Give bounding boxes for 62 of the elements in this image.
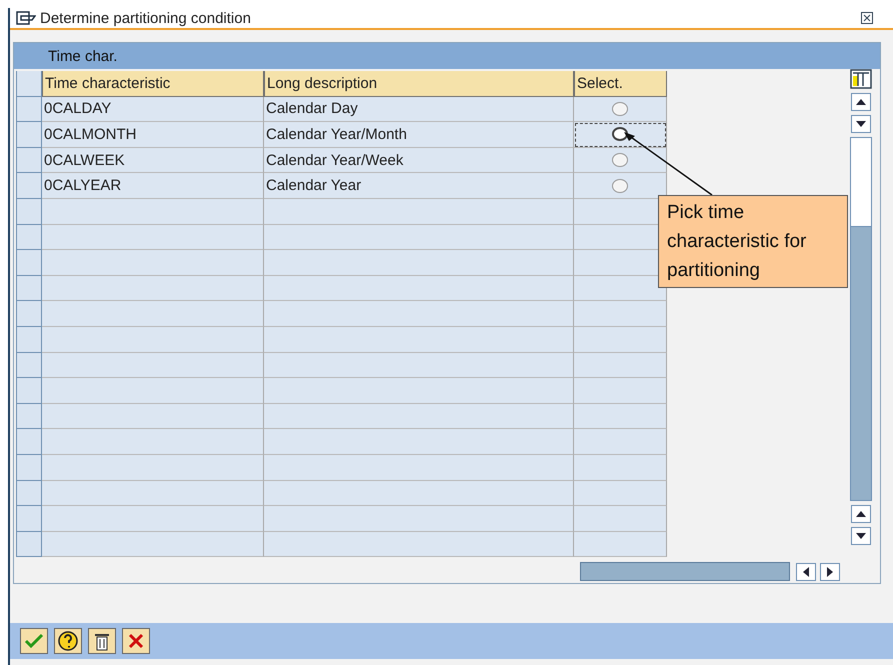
radio-button[interactable] xyxy=(612,153,628,168)
trash-icon xyxy=(94,631,110,651)
horizontal-scrollbar[interactable] xyxy=(580,562,790,581)
scroll-right-button[interactable] xyxy=(820,562,840,580)
table-cell: Calendar Day xyxy=(264,96,574,122)
ok-button[interactable] xyxy=(20,628,48,654)
radio-button[interactable] xyxy=(612,127,628,142)
table-cell: Calendar Year/Week xyxy=(264,148,574,174)
row-selector[interactable] xyxy=(16,198,42,225)
row-selector[interactable] xyxy=(16,326,42,353)
right-triangle-icon xyxy=(827,566,833,576)
cancel-button[interactable] xyxy=(122,628,150,654)
column-header[interactable]: Select. xyxy=(574,71,667,97)
row-selector[interactable] xyxy=(16,276,42,302)
row-selector[interactable] xyxy=(16,506,42,532)
row-selector[interactable] xyxy=(16,148,42,174)
row-selector[interactable] xyxy=(16,429,42,455)
row-selector[interactable] xyxy=(16,352,42,378)
help-icon xyxy=(57,630,79,652)
select-all-cell[interactable] xyxy=(16,71,42,97)
row-selector[interactable] xyxy=(16,480,42,506)
scroll-down-button[interactable] xyxy=(851,115,871,133)
radio-button[interactable] xyxy=(612,178,628,193)
up-triangle-icon xyxy=(856,99,866,105)
left-triangle-icon xyxy=(803,566,809,576)
row-selector[interactable] xyxy=(16,454,42,480)
vertical-scrollbar[interactable] xyxy=(850,137,872,501)
scroll-up-button[interactable] xyxy=(851,93,871,111)
table-cell: 0CALMONTH xyxy=(42,122,264,148)
close-icon[interactable] xyxy=(861,12,873,24)
radio-button[interactable] xyxy=(612,102,628,116)
scroll-up-button[interactable] xyxy=(851,505,871,523)
window-title: Determine partitioning condition xyxy=(40,10,252,26)
scroll-down-button[interactable] xyxy=(851,527,871,545)
table-cell: Calendar Year xyxy=(264,173,574,199)
row-selector[interactable] xyxy=(16,378,42,404)
table-cell: Calendar Year/Month xyxy=(264,122,574,148)
row-selector[interactable] xyxy=(16,173,42,199)
row-selector[interactable] xyxy=(16,250,42,276)
column-header[interactable]: Long description xyxy=(264,71,574,97)
table-cell: 0CALWEEK xyxy=(42,148,264,174)
row-selector[interactable] xyxy=(16,122,42,148)
callout-note: Pick time characteristic for partitioning xyxy=(658,195,848,288)
table-cell: 0CALDAY xyxy=(42,96,264,122)
row-selector[interactable] xyxy=(16,96,42,122)
row-selector[interactable] xyxy=(16,532,42,558)
up-triangle-icon xyxy=(856,511,866,517)
row-selector[interactable] xyxy=(16,224,42,250)
window-icon xyxy=(16,11,36,25)
table-cell: 0CALYEAR xyxy=(42,173,264,199)
close-icon xyxy=(128,633,144,649)
column-header[interactable]: Time characteristic xyxy=(42,71,264,97)
down-triangle-icon xyxy=(856,533,866,539)
down-triangle-icon xyxy=(856,121,866,127)
row-selector[interactable] xyxy=(16,301,42,327)
delete-button[interactable] xyxy=(88,628,116,654)
panel-title: Time char. xyxy=(48,48,118,64)
row-selector[interactable] xyxy=(16,404,42,430)
scroll-left-button[interactable] xyxy=(796,562,816,580)
help-button[interactable] xyxy=(54,628,82,654)
column-settings-icon[interactable] xyxy=(850,69,872,89)
check-icon xyxy=(24,633,44,649)
